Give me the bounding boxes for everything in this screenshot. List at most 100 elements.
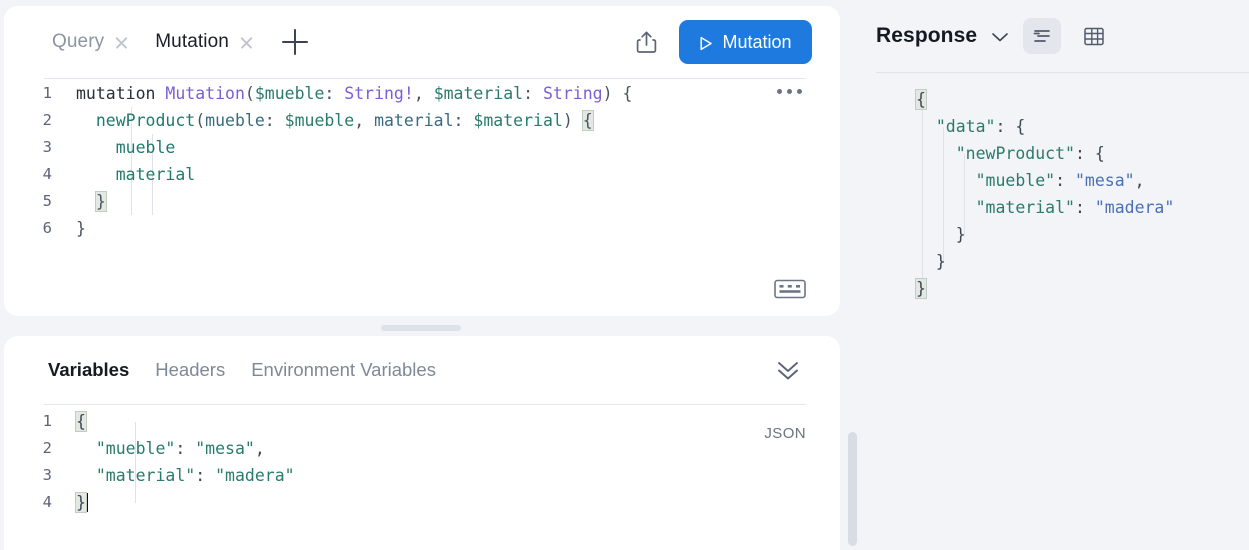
response-line: } <box>860 275 1249 302</box>
line-number: 1 <box>42 84 52 102</box>
code-line: 3 "material": "madera" <box>4 462 840 489</box>
token-var-mueble: $mueble <box>254 84 325 103</box>
line-number: 3 <box>42 138 52 156</box>
double-chevron-down-icon[interactable] <box>774 357 802 383</box>
keyboard-icon[interactable] <box>774 278 806 300</box>
left-column: Query Mutation Mutation 1 mutation Mutat… <box>0 0 857 550</box>
variables-divider <box>44 404 806 405</box>
response-key-newproduct: "newProduct" <box>955 144 1075 163</box>
token-brace-close: } <box>76 219 86 238</box>
token-operation-name: Mutation <box>165 84 245 103</box>
line-number: 2 <box>42 111 52 129</box>
token-keyword: mutation <box>76 84 156 103</box>
text-cursor <box>85 493 88 512</box>
ellipsis-icon[interactable] <box>777 89 802 94</box>
code-line: 1 mutation Mutation($mueble: String!, $m… <box>4 80 840 107</box>
tab-mutation[interactable]: Mutation <box>155 31 280 53</box>
matching-bracket-open: { <box>581 110 594 131</box>
run-mutation-label: Mutation <box>722 31 792 52</box>
variables-editor[interactable]: JSON 1 { 2 "mueble": "mesa", 3 "material… <box>4 408 840 550</box>
play-icon <box>699 35 713 50</box>
tab-headers[interactable]: Headers <box>155 359 225 381</box>
vars-line-3: "material": "madera" <box>66 462 295 489</box>
operation-toolbar: Query Mutation Mutation <box>4 6 840 78</box>
response-line: "material": "madera" <box>860 194 1249 221</box>
line-number: 1 <box>42 412 52 430</box>
response-line: "mueble": "mesa", <box>860 167 1249 194</box>
code-line: 4 material <box>4 161 840 188</box>
code-line-text-4: material <box>66 161 195 188</box>
code-line: 3 mueble <box>4 134 840 161</box>
token-arg-mueble: mueble <box>205 111 265 130</box>
panel-resize-handle[interactable] <box>381 325 461 331</box>
code-line-text-1: mutation Mutation($mueble: String!, $mat… <box>66 80 632 107</box>
response-header: Response <box>860 0 1249 72</box>
tab-query[interactable]: Query <box>52 31 155 53</box>
plus-icon[interactable] <box>281 29 308 55</box>
tab-variables[interactable]: Variables <box>48 359 129 381</box>
response-value-material: "madera" <box>1094 198 1175 217</box>
response-line: } <box>860 248 1249 275</box>
response-line: "newProduct": { <box>860 140 1249 167</box>
vars-line-4: } <box>66 489 88 516</box>
token-colon: : <box>324 84 345 103</box>
graphql-editor[interactable]: 1 mutation Mutation($mueble: String!, $m… <box>4 80 840 316</box>
vertical-scrollbar[interactable] <box>848 432 857 546</box>
code-line: 2 newProduct(mueble: $mueble, material: … <box>4 107 840 134</box>
response-key-material: "material" <box>975 198 1075 217</box>
tab-environment-variables[interactable]: Environment Variables <box>251 359 436 381</box>
matching-bracket-close: } <box>75 492 87 513</box>
token-selection-material: material <box>115 165 196 184</box>
vars-key-material: "material" <box>95 466 196 485</box>
token-brace-close: } <box>935 252 946 271</box>
token-colon: : <box>523 84 543 103</box>
operation-toolbar-actions: Mutation <box>629 6 812 78</box>
close-icon[interactable] <box>239 35 254 50</box>
response-line: } <box>860 221 1249 248</box>
code-line-text-6: } <box>66 215 86 242</box>
page-title: Response <box>876 24 978 47</box>
format-lines-icon[interactable] <box>1023 18 1062 54</box>
token-colon: : <box>195 466 216 485</box>
code-line: 5 } <box>4 188 840 215</box>
table-grid-icon[interactable] <box>1075 18 1113 54</box>
token-var-mueble: $mueble <box>284 111 355 130</box>
response-divider <box>876 72 1249 73</box>
response-line: { <box>860 86 1249 113</box>
token-colon: : { <box>1074 144 1105 163</box>
matching-bracket-open: { <box>915 89 927 110</box>
chevron-down-icon[interactable] <box>991 30 1009 42</box>
token-colon: : <box>1055 171 1075 190</box>
token-colon: : { <box>995 117 1026 136</box>
code-line-text-3: mueble <box>66 134 176 161</box>
token-paren-open: ( <box>244 84 255 103</box>
matching-bracket-close: } <box>915 278 927 299</box>
line-number: 6 <box>42 219 52 237</box>
vars-line-2: "mueble": "mesa", <box>66 435 265 462</box>
response-body: { "data": { "newProduct": { "mueble": "m… <box>860 86 1249 550</box>
close-icon[interactable] <box>114 35 129 50</box>
run-mutation-button[interactable]: Mutation <box>679 20 812 64</box>
line-number: 3 <box>42 466 52 484</box>
token-comma: , <box>354 111 375 130</box>
response-line: "data": { <box>860 113 1249 140</box>
vars-key-mueble: "mueble" <box>95 439 176 458</box>
token-colon: : <box>264 111 285 130</box>
line-number: 5 <box>42 192 52 210</box>
token-paren-open: ( <box>195 111 206 130</box>
line-number: 2 <box>42 439 52 457</box>
code-line: 2 "mueble": "mesa", <box>4 435 840 462</box>
variables-panel: Variables Headers Environment Variables … <box>4 336 840 550</box>
token-field-newproduct: newProduct <box>95 111 196 130</box>
token-paren-close: ) { <box>602 84 633 103</box>
response-key-data: "data" <box>935 117 996 136</box>
token-comma: , <box>1134 171 1145 190</box>
token-paren-close: ) <box>562 111 583 130</box>
token-selection-mueble: mueble <box>115 138 176 157</box>
code-line: 6 } <box>4 215 840 242</box>
tab-query-label: Query <box>52 31 105 52</box>
vars-line-1: { <box>66 408 87 435</box>
code-line: 1 { <box>4 408 840 435</box>
share-icon[interactable] <box>629 25 663 59</box>
